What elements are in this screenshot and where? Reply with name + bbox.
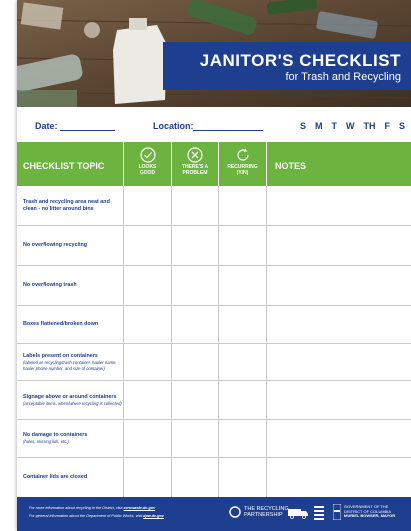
dc-government-logo: GOVERNMENT OF THE DISTRICT OF COLUMBIA M… [333, 504, 395, 520]
refresh-icon [236, 148, 249, 161]
checklist-page: JANITOR'S CHECKLIST for Trash and Recycl… [17, 0, 411, 531]
topic-text: Signage above or around containers [23, 393, 117, 400]
dpw-link[interactable]: dpw.dc.gov [143, 514, 164, 518]
hero-image: JANITOR'S CHECKLIST for Trash and Recycl… [17, 0, 411, 107]
row-topic: Trash and recycling area neat and clean … [23, 186, 123, 225]
looks-good-cell[interactable] [124, 458, 172, 497]
partnership-circle-icon [229, 506, 241, 518]
table-row: Container lids are closed [17, 458, 411, 497]
topic-text: Labels present on containers [23, 353, 98, 359]
dc-stars-icon [333, 504, 341, 520]
looks-good-cell[interactable] [124, 381, 172, 419]
recurring-cell[interactable] [219, 266, 267, 305]
header-recurring: RECURRING (Y/N) [219, 142, 267, 186]
day-tuesday[interactable]: T [332, 121, 338, 131]
footer-recycling-info: For more information about recycling in … [29, 506, 156, 510]
looks-good-cell[interactable] [124, 344, 172, 380]
header-notes: NOTES [275, 161, 307, 171]
looks-good-cell[interactable] [124, 186, 172, 225]
x-circle-icon [187, 147, 203, 163]
date-location-row: Date: Location: S M T W TH F S [17, 116, 411, 136]
recurring-cell[interactable] [219, 306, 267, 343]
looks-good-cell[interactable] [124, 226, 172, 265]
table-row: No overflowing recycling [17, 226, 411, 266]
recurring-cell[interactable] [219, 344, 267, 380]
problem-cell[interactable] [172, 306, 219, 343]
footer: For more information about recycling in … [17, 497, 411, 531]
topic-text: Trash and recycling area neat and clean … [23, 198, 110, 212]
dc-flag-icon [314, 506, 324, 520]
topic-text: Boxes flattened/broken down [23, 321, 99, 327]
title-banner: JANITOR'S CHECKLIST for Trash and Recycl… [163, 42, 411, 90]
topic-note: (holes, missing lids, etc.) [23, 439, 69, 445]
row-topic: No damage to containers (holes, missing … [23, 420, 123, 457]
recurring-cell[interactable] [219, 381, 267, 419]
recurring-cell[interactable] [219, 420, 267, 457]
problem-cell[interactable] [172, 420, 219, 457]
table-row: Trash and recycling area neat and clean … [17, 186, 411, 226]
zerowaste-link[interactable]: zerowaste.dc.gov [124, 506, 156, 510]
problem-cell[interactable] [172, 458, 219, 497]
row-topic: Container lids are closed [23, 458, 123, 497]
dpw-truck-icon [288, 509, 308, 519]
recycling-partnership-logo: THE RECYCLING PARTNERSHIP [229, 506, 289, 518]
page-subtitle: for Trash and Recycling [285, 71, 401, 83]
row-topic: Boxes flattened/broken down [23, 306, 123, 343]
partner-line2: PARTNERSHIP [244, 512, 283, 518]
looks-good-cell[interactable] [124, 306, 172, 343]
recurring-cell[interactable] [219, 186, 267, 225]
day-thursday[interactable]: TH [364, 121, 376, 131]
row-topic: No overflowing trash [23, 266, 123, 305]
day-saturday[interactable]: S [399, 121, 405, 131]
problem-cell[interactable] [172, 381, 219, 419]
check-circle-icon [139, 147, 156, 163]
day-sunday[interactable]: S [300, 121, 306, 131]
day-wednesday[interactable]: W [346, 121, 355, 131]
header-checklist-topic: CHECKLIST TOPIC [17, 142, 124, 186]
table-row: No overflowing trash [17, 266, 411, 306]
footer-dpw-info: For general information about the Depart… [29, 514, 164, 518]
recurring-cell[interactable] [219, 458, 267, 497]
problem-cell[interactable] [172, 266, 219, 305]
dc-line3: MURIEL BOWSER, MAYOR [344, 513, 396, 519]
page-title: JANITOR'S CHECKLIST [199, 51, 401, 70]
problem-cell[interactable] [172, 226, 219, 265]
date-field[interactable] [60, 130, 115, 131]
date-label: Date: [35, 121, 58, 131]
header-looks-good-line2: GOOD [139, 169, 156, 176]
header-looks-good: LOOKS GOOD [124, 142, 172, 186]
day-monday[interactable]: M [315, 121, 323, 131]
recurring-cell[interactable] [219, 226, 267, 265]
topic-text: No overflowing recycling [23, 242, 88, 248]
topic-text: No overflowing trash [23, 282, 77, 288]
row-topic: Labels present on containers (labeled as… [23, 344, 123, 380]
header-problem: THERE'S A PROBLEM [172, 142, 219, 186]
checklist-table: CHECKLIST TOPIC LOOKS GOOD THERE'S A PRO… [17, 142, 411, 497]
location-label: Location: [153, 121, 194, 131]
table-row: Signage above or around containers (acce… [17, 381, 411, 420]
header-problem-line2: PROBLEM [182, 169, 208, 176]
day-selector: S M T W TH F S [300, 121, 405, 131]
table-header: CHECKLIST TOPIC LOOKS GOOD THERE'S A PRO… [17, 142, 411, 186]
topic-text: No damage to containers [23, 432, 88, 439]
looks-good-cell[interactable] [124, 420, 172, 457]
topic-text: Container lids are closed [23, 474, 88, 480]
topic-note: (acceptable items, when/where recycling … [23, 400, 122, 406]
table-row: Labels present on containers (labeled as… [17, 344, 411, 381]
topic-note: (labeled as recycling/trash container, h… [23, 360, 117, 371]
problem-cell[interactable] [172, 186, 219, 225]
looks-good-cell[interactable] [124, 266, 172, 305]
header-recurring-line2: (Y/N) [236, 169, 249, 176]
location-field[interactable] [193, 130, 263, 131]
row-topic: Signage above or around containers (acce… [23, 381, 123, 419]
table-row: Boxes flattened/broken down [17, 306, 411, 344]
table-row: No damage to containers (holes, missing … [17, 420, 411, 458]
problem-cell[interactable] [172, 344, 219, 380]
day-friday[interactable]: F [385, 121, 391, 131]
row-topic: No overflowing recycling [23, 226, 123, 265]
